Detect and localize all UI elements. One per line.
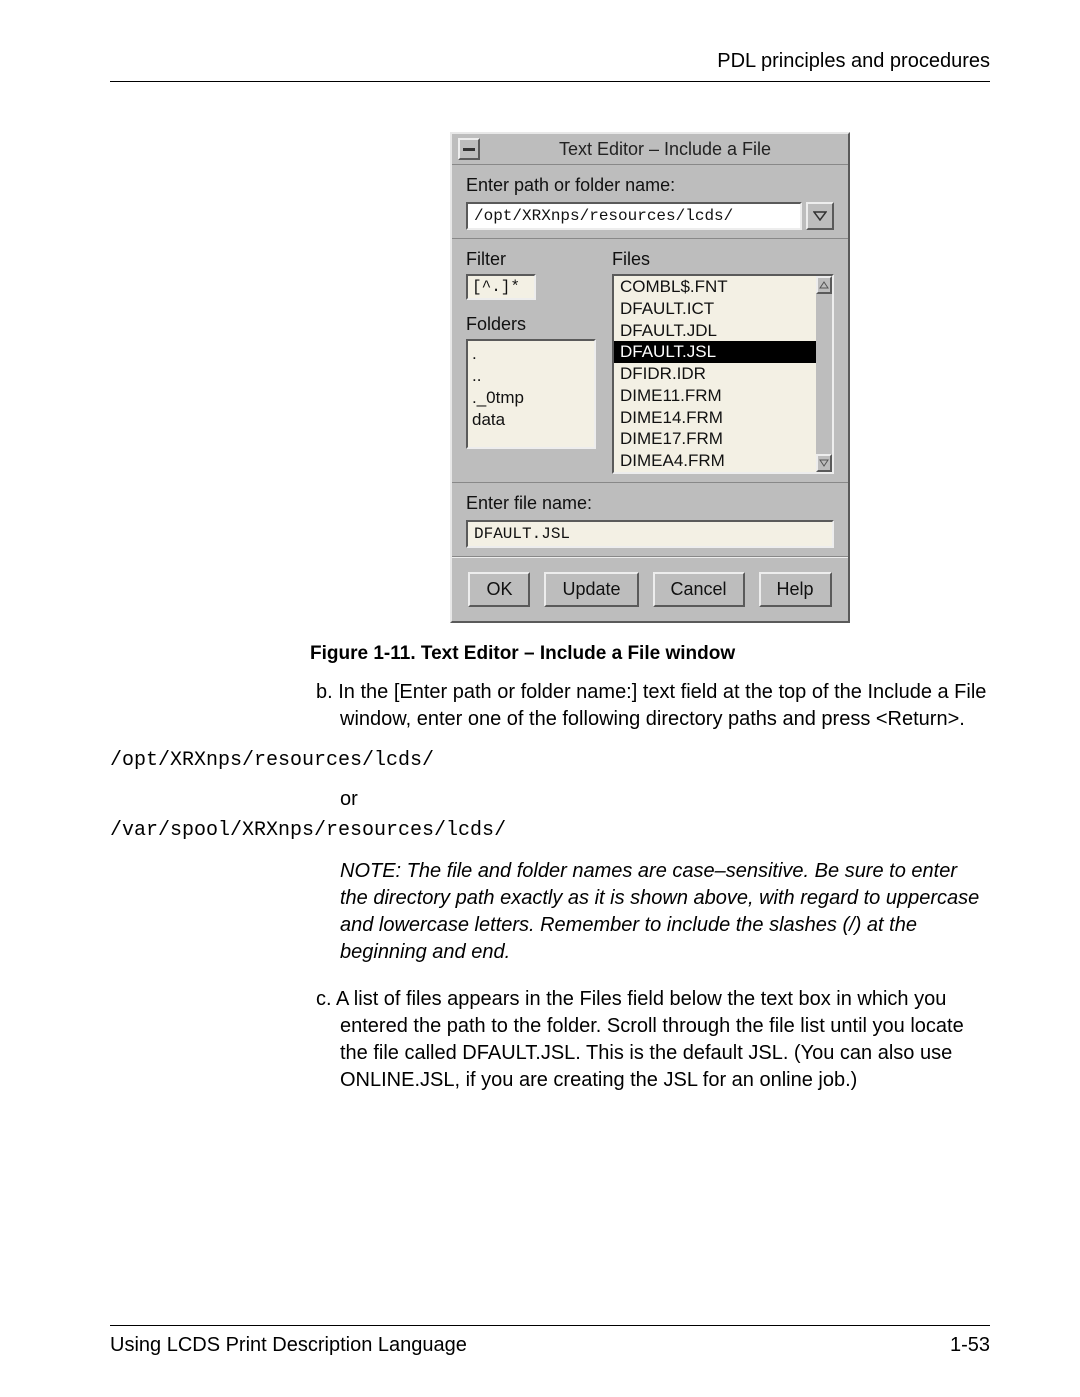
path-example-1: /opt/XRXnps/resources/lcds/: [110, 747, 990, 774]
filter-input[interactable]: [^.]*: [466, 274, 536, 300]
folders-label: Folders: [466, 314, 596, 335]
include-file-dialog: Text Editor – Include a File Enter path …: [450, 132, 850, 623]
scrollbar[interactable]: [816, 274, 834, 474]
filename-label: Enter file name:: [466, 493, 834, 514]
file-item[interactable]: DFIDR.IDR: [614, 363, 816, 385]
file-item-selected[interactable]: DFAULT.JSL: [614, 341, 816, 363]
dropdown-icon[interactable]: [806, 202, 834, 230]
file-item[interactable]: DIME11.FRM: [614, 385, 816, 407]
filename-input[interactable]: DFAULT.JSL: [466, 520, 834, 548]
page-footer: Using LCDS Print Description Language 1-…: [110, 1325, 990, 1357]
files-label: Files: [612, 249, 834, 270]
folder-item[interactable]: data: [472, 409, 590, 431]
dialog-title: Text Editor – Include a File: [488, 139, 842, 160]
cancel-button[interactable]: Cancel: [653, 572, 745, 607]
path-input[interactable]: /opt/XRXnps/resources/lcds/: [466, 202, 802, 230]
path-example-2: /var/spool/XRXnps/resources/lcds/: [110, 817, 990, 844]
file-item[interactable]: DIME14.FRM: [614, 407, 816, 429]
ok-button[interactable]: OK: [468, 572, 530, 607]
folders-list[interactable]: . .. ._0tmp data: [466, 339, 596, 449]
folder-item[interactable]: ..: [472, 365, 590, 387]
update-button[interactable]: Update: [544, 572, 638, 607]
footer-left: Using LCDS Print Description Language: [110, 1334, 467, 1357]
system-menu-icon[interactable]: [458, 138, 480, 160]
files-list[interactable]: COMBL$.FNT DFAULT.ICT DFAULT.JDL DFAULT.…: [612, 274, 816, 474]
step-b: b. In the [Enter path or folder name:] t…: [310, 679, 990, 733]
file-item[interactable]: COMBL$.FNT: [614, 276, 816, 298]
step-c: c. A list of files appears in the Files …: [310, 986, 990, 1094]
footer-right: 1-53: [950, 1334, 990, 1357]
folder-item[interactable]: .: [472, 343, 590, 365]
file-item[interactable]: DIMEA4.FRM: [614, 450, 816, 472]
scroll-down-icon[interactable]: [816, 454, 832, 472]
folder-item[interactable]: ._0tmp: [472, 387, 590, 409]
page-header: PDL principles and procedures: [110, 50, 990, 82]
titlebar: Text Editor – Include a File: [452, 134, 848, 165]
file-item[interactable]: DIME17.FRM: [614, 428, 816, 450]
note-text: NOTE: The file and folder names are case…: [310, 858, 990, 966]
figure-caption: Figure 1-11. Text Editor – Include a Fil…: [310, 643, 990, 665]
scroll-up-icon[interactable]: [816, 276, 832, 294]
filter-label: Filter: [466, 249, 596, 270]
path-label: Enter path or folder name:: [466, 175, 834, 196]
or-text: or: [310, 788, 990, 811]
help-button[interactable]: Help: [759, 572, 832, 607]
file-item[interactable]: DFAULT.ICT: [614, 298, 816, 320]
file-item[interactable]: DFAULT.JDL: [614, 320, 816, 342]
